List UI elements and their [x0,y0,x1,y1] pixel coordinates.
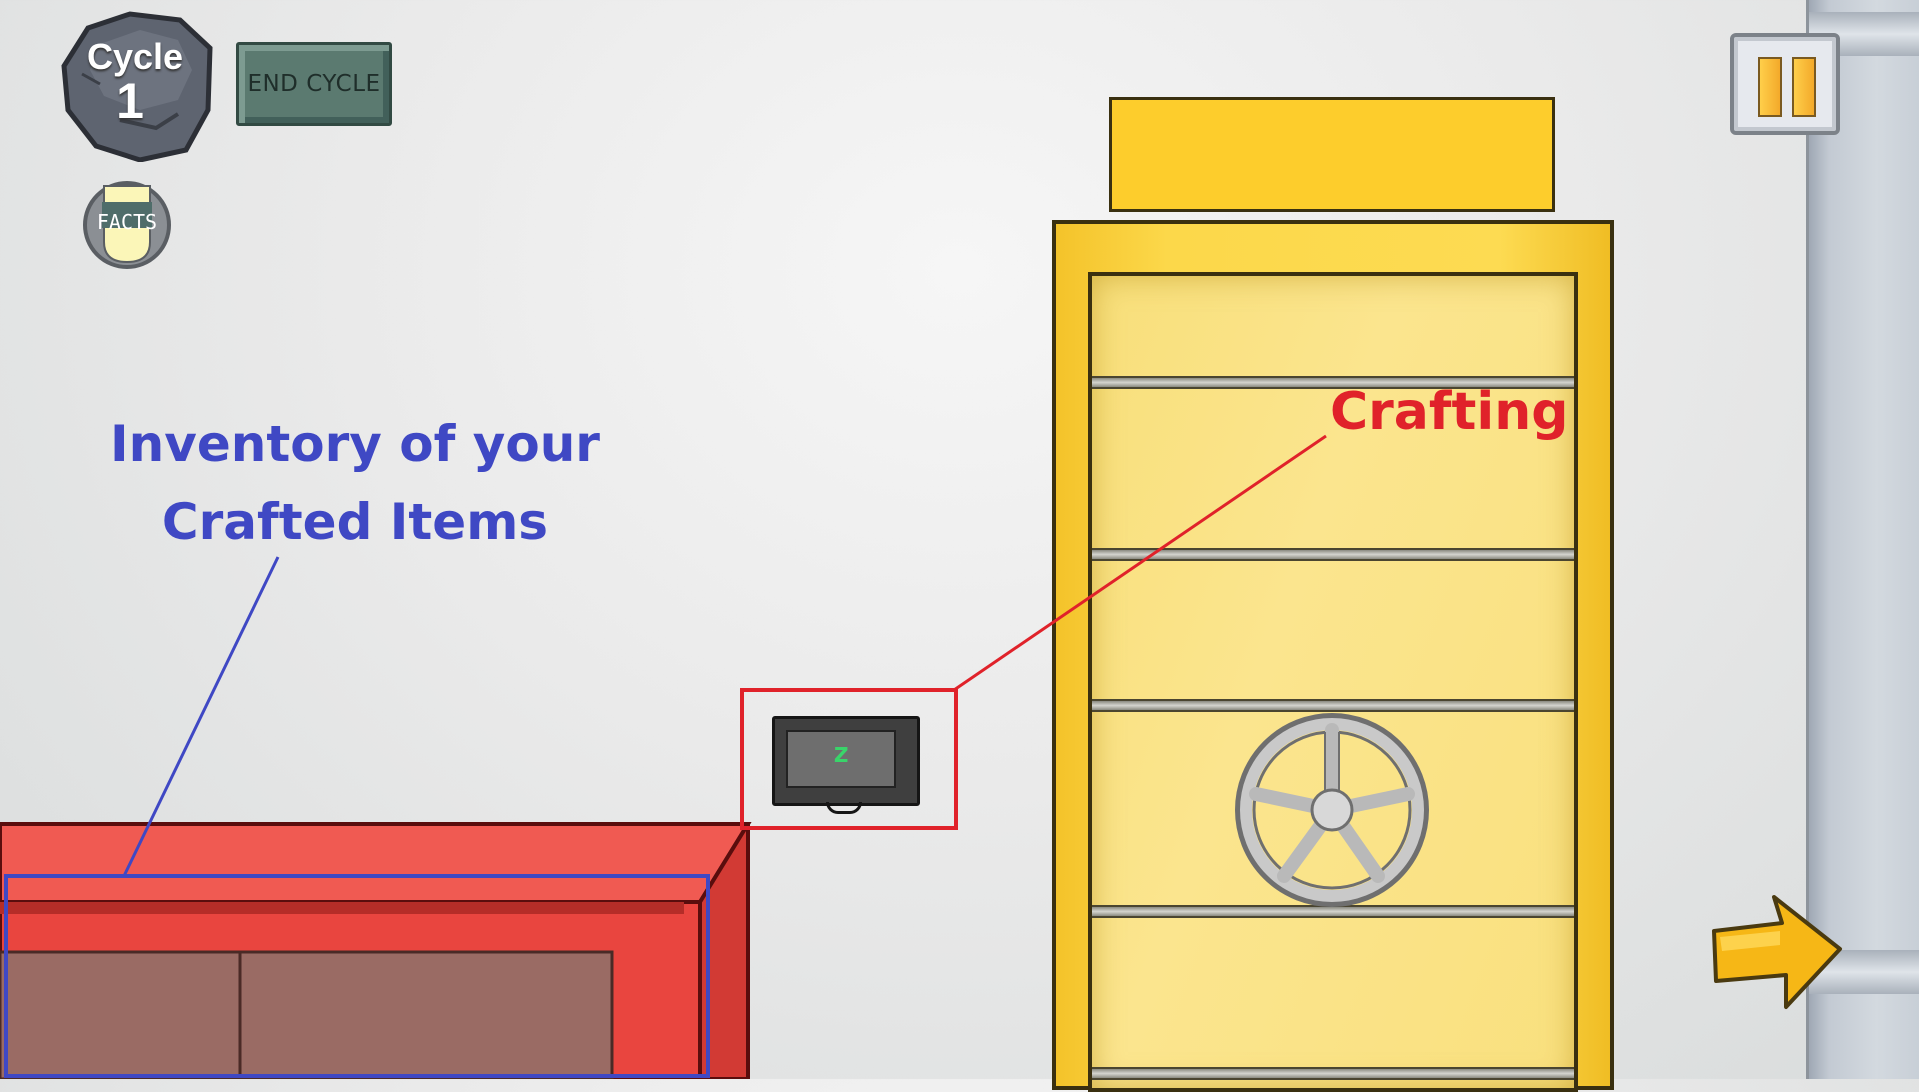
vault-wheel-icon[interactable] [1232,710,1432,910]
inventory-annotation-line1: Inventory of your [110,415,600,473]
inventory-annotation: Inventory of your Crafted Items [100,405,610,561]
cycle-number: 1 [116,73,144,129]
vault-rail [1092,548,1574,561]
inventory-annotation-line2: Crafted Items [161,493,549,551]
crafting-screen-text: z [832,736,850,769]
vault-rail [1092,1067,1574,1080]
vault-top-sign [1109,97,1555,212]
facts-label: FACTS [96,210,158,234]
pause-icon [1758,57,1782,117]
pause-button[interactable] [1730,33,1840,135]
arrow-right-icon[interactable] [1710,893,1845,1013]
end-cycle-button[interactable]: END CYCLE [236,42,392,126]
crafting-device-stand [826,802,862,814]
pause-icon [1792,57,1816,117]
crafting-annotation: Crafting [1330,382,1569,442]
inventory-counter[interactable] [0,822,760,1079]
